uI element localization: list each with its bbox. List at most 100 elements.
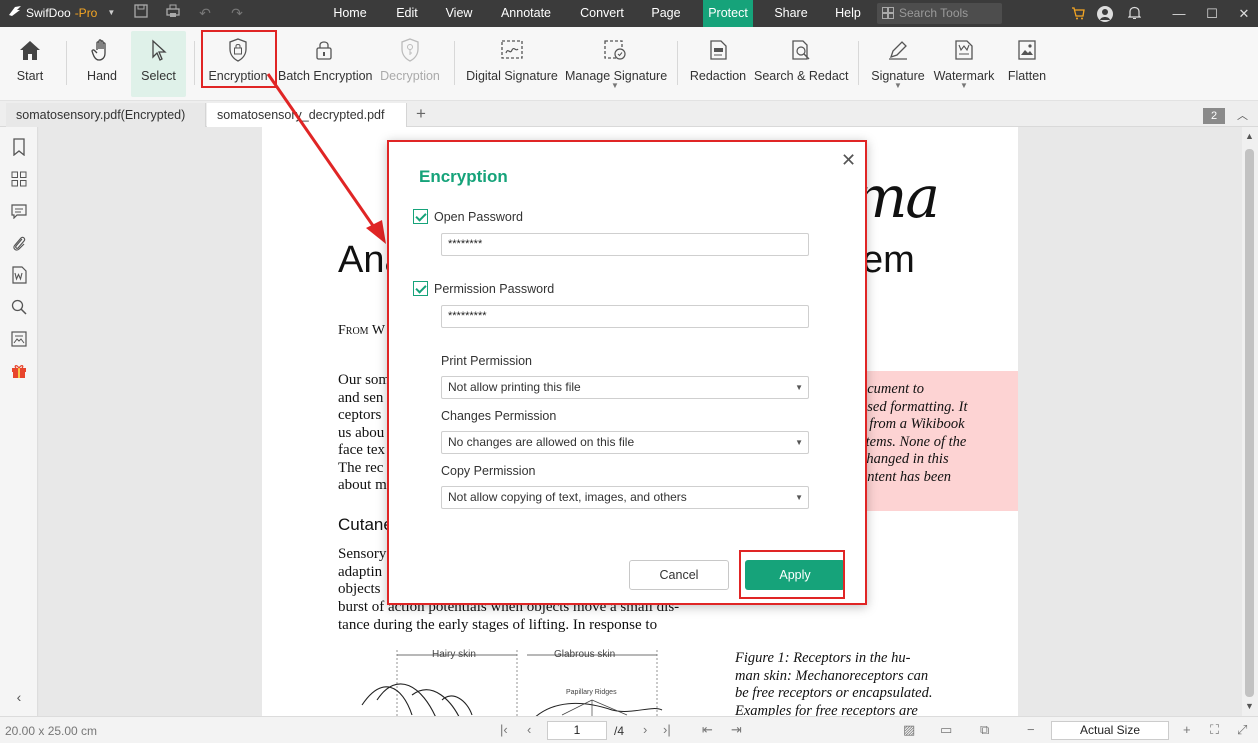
redaction-button[interactable]: Redaction [689,31,747,97]
maximize-icon[interactable]: ☐ [1197,0,1227,27]
undo-icon[interactable]: ↶ [196,4,214,22]
toolbar-divider [66,41,67,85]
user-avatar-icon[interactable] [1090,0,1120,27]
comment-icon[interactable] [9,201,29,221]
permission-password-field[interactable]: ********* [441,305,809,328]
menu-help[interactable]: Help [826,0,870,27]
tab-decrypted-document[interactable]: somatosensory_decrypted.pdf [207,103,407,143]
zoom-in-icon[interactable]: + [1183,722,1191,737]
tab-encrypted-document[interactable]: somatosensory.pdf(Encrypted) [6,103,206,127]
select-tool-button[interactable]: Select [131,31,186,97]
print-icon[interactable] [164,4,182,22]
new-tab-plus-icon[interactable]: + [416,103,426,125]
search-icon [882,3,894,26]
copy-permission-select[interactable]: Not allow copying of text, images, and o… [441,486,809,509]
zoom-level-select[interactable]: Actual Size [1051,721,1169,740]
first-page-icon[interactable]: |‹ [500,722,508,737]
select-label: Select [141,69,176,83]
scroll-up-icon[interactable]: ▲ [1245,131,1254,141]
thumbnails-icon[interactable] [9,169,29,189]
menu-annotate[interactable]: Annotate [494,0,558,27]
start-label: Start [16,69,44,83]
previous-view-icon[interactable]: ⇤ [702,722,713,738]
text-line: adaptin [338,563,383,580]
chevron-down-icon: ▼ [795,438,803,447]
figure-caption-line: be free receptors or encapsulated. [735,685,933,701]
attachment-icon[interactable] [9,233,29,253]
last-page-icon[interactable]: ›| [663,722,671,737]
flatten-label: Flatten [1007,69,1047,83]
decryption-button[interactable]: Decryption [378,31,442,97]
batch-encryption-button[interactable]: Batch Encryption [278,31,373,97]
vertical-scrollbar[interactable]: ▲ ▼ [1242,127,1258,716]
figure-label-hairy: Hairy skin [432,649,476,660]
fullscreen-icon[interactable]: ⤢ [1237,722,1247,738]
dialog-title: Encryption [419,167,508,186]
flatten-button[interactable]: Flatten [1004,31,1050,97]
next-page-icon[interactable]: › [643,722,647,737]
toolbar-divider [677,41,678,85]
text-line: face tex [338,442,386,458]
search-icon[interactable] [9,297,29,317]
notification-bell-icon[interactable] [1119,0,1149,27]
minimize-icon[interactable]: — [1164,0,1194,27]
start-button[interactable]: Start [10,31,50,97]
menu-edit[interactable]: Edit [386,0,428,27]
bookmark-icon[interactable] [9,137,29,157]
watermark-button[interactable]: Watermark ▼ [933,31,995,97]
next-view-icon[interactable]: ⇥ [731,722,742,738]
menu-page[interactable]: Page [644,0,688,27]
signature-button[interactable]: Signature ▼ [869,31,927,97]
page-number-input[interactable]: 1 [547,721,607,740]
redaction-label: Redaction [689,69,747,83]
previous-page-icon[interactable]: ‹ [527,722,531,737]
collapse-ribbon-chevron-icon[interactable]: ︿ [1237,107,1248,123]
search-tools-input[interactable]: Search Tools [877,3,1002,24]
menu-convert[interactable]: Convert [572,0,632,27]
menu-share[interactable]: Share [768,0,814,27]
menu-protect[interactable]: Protect [703,0,753,27]
cart-icon[interactable] [1063,0,1093,27]
view-mode-icon[interactable]: ▨ [903,722,915,738]
page-layout-icon[interactable]: ▭ [940,722,952,738]
search-placeholder: Search Tools [899,6,969,20]
image-extract-icon[interactable] [9,329,29,349]
close-window-icon[interactable]: ✕ [1229,0,1258,27]
search-redact-button[interactable]: Search & Redact [754,31,849,97]
save-icon[interactable] [132,4,150,22]
notice-line: changed in this [860,451,949,467]
figure-label-papillary: Papillary Ridges [566,689,617,696]
app-logo[interactable]: SwifDoo -Pro ▼ [8,5,115,20]
home-icon [10,36,50,64]
chevron-down-icon: ▼ [894,81,902,90]
scrollbar-thumb[interactable] [1245,149,1254,697]
app-menu-caret-icon[interactable]: ▼ [107,8,115,17]
dialog-close-icon[interactable]: ✕ [841,150,856,171]
print-permission-select[interactable]: Not allow printing this file ▼ [441,376,809,399]
digital-signature-button[interactable]: Digital Signature [466,31,558,97]
manage-signature-icon [565,36,665,64]
page-display-icon[interactable]: ⧉ [980,722,989,738]
cancel-button[interactable]: Cancel [629,560,729,590]
decryption-label: Decryption [380,69,440,83]
manage-signature-button[interactable]: Manage Signature ▼ [565,31,667,97]
scroll-down-icon[interactable]: ▼ [1245,701,1254,711]
permission-password-checkbox[interactable] [413,281,428,296]
zoom-out-icon[interactable]: − [1027,722,1035,737]
open-password-checkbox[interactable] [413,209,428,224]
word-document-icon[interactable] [9,265,29,285]
body-paragraph-1: Our som and sen ceptors us abou face tex… [338,372,390,495]
menu-home[interactable]: Home [322,0,378,27]
open-password-field[interactable]: ******** [441,233,809,256]
collapse-sidebar-chevron-icon[interactable]: ‹ [9,687,29,707]
text-line: ceptors [338,407,382,423]
redo-icon[interactable]: ↷ [228,4,246,22]
hand-tool-button[interactable]: Hand [80,31,124,97]
gift-icon[interactable] [9,361,29,381]
menu-view[interactable]: View [436,0,482,27]
figure-caption-line: man skin: Mechanoreceptors can [735,668,929,684]
changes-permission-select[interactable]: No changes are allowed on this file ▼ [441,431,809,454]
copy-permission-label: Copy Permission [441,464,536,478]
text-line: tance during the early stages of lifting… [338,616,658,633]
fit-screen-icon[interactable]: ⛶ [1210,722,1219,738]
